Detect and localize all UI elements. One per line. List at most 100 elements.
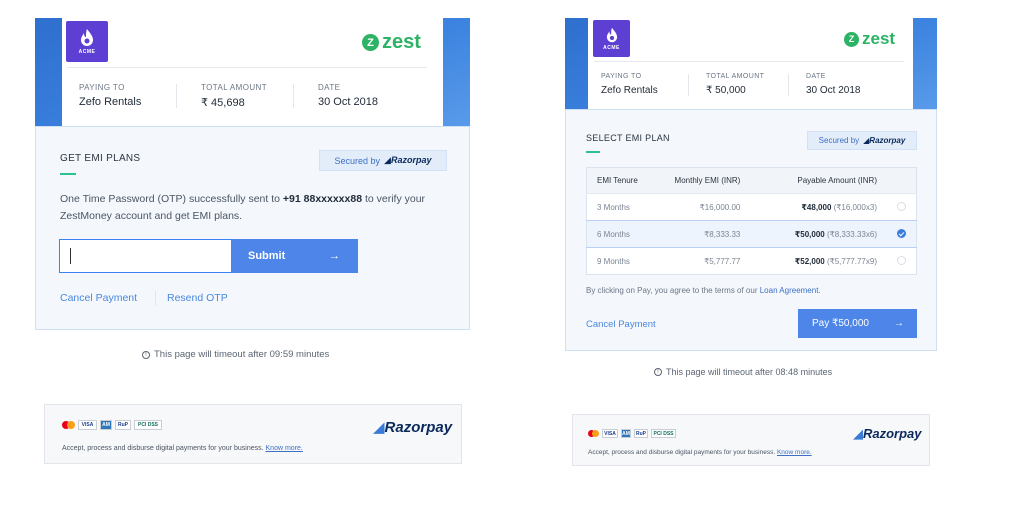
loan-agreement-notice: By clicking on Pay, you agree to the ter… — [586, 286, 821, 295]
zest-icon: Z — [362, 34, 379, 51]
visa-icon: VISA — [602, 429, 618, 438]
clock-icon: ! — [654, 368, 662, 376]
merchant-logo: ACME — [66, 21, 108, 62]
razorpay-brand-text: Razorpay — [869, 136, 906, 145]
rupay-icon: RuP — [115, 420, 131, 430]
payable-amount-cell: ₹50,000 (₹8,333.33x6) — [750, 220, 887, 248]
razorpay-mark-icon: ◢ — [373, 419, 385, 436]
razorpay-logo: ◢Razorpay — [853, 426, 922, 442]
table-row[interactable]: 3 Months ₹16,000.00 ₹48,000 (₹16,000x3) — [586, 193, 917, 221]
razorpay-logo-text: Razorpay — [384, 419, 453, 436]
razorpay-brand-text: Razorpay — [390, 155, 432, 165]
header-separator — [293, 84, 294, 108]
select-cell — [886, 193, 917, 221]
submit-button-label: Submit — [248, 250, 286, 262]
table-header-row: EMI Tenure Monthly EMI (INR) Payable Amo… — [586, 167, 917, 194]
section-title: GET EMI PLANS — [60, 153, 141, 164]
right-emi-card: SELECT EMI PLAN Secured by ◢Razorpay EMI… — [565, 109, 937, 351]
tenure-cell: 6 Months — [586, 220, 657, 248]
header-divider — [67, 67, 427, 68]
secured-by-text: Secured by — [334, 155, 381, 166]
header-separator — [788, 74, 789, 96]
footer-description: Accept, process and disburse digital pay… — [62, 445, 264, 452]
emi-plan-table: EMI Tenure Monthly EMI (INR) Payable Amo… — [586, 167, 917, 275]
payable-amount-cell: ₹48,000 (₹16,000x3) — [750, 193, 887, 221]
date-label: DATE — [806, 73, 826, 80]
rupay-icon: RuP — [634, 429, 648, 438]
total-amount-value: ₹ 45,698 — [201, 97, 245, 109]
pay-button-label: Pay ₹50,000 — [812, 318, 869, 329]
table-row[interactable]: 9 Months ₹5,777.77 ₹52,000 (₹5,777.77x9) — [586, 247, 917, 275]
date-label: DATE — [318, 83, 341, 92]
razorpay-logo-text: Razorpay — [863, 426, 922, 441]
zest-icon: Z — [844, 31, 859, 47]
plan-radio[interactable] — [896, 201, 906, 211]
know-more-link[interactable]: Know more. — [777, 449, 812, 456]
secured-by-badge: Secured by ◢Razorpay — [807, 131, 917, 150]
text-caret — [70, 248, 71, 264]
merchant-logo: ACME — [593, 20, 630, 57]
monthly-emi-cell: ₹16,000.00 — [656, 193, 751, 221]
submit-button[interactable]: Submit → — [231, 239, 358, 273]
loan-agreement-link[interactable]: Loan Agreement — [760, 286, 819, 295]
paying-to-value: Zefo Rentals — [601, 85, 658, 96]
otp-phone: +91 88xxxxxx88 — [282, 193, 363, 205]
razorpay-brand: ◢Razorpay — [384, 155, 431, 166]
monthly-emi-cell: ₹8,333.33 — [656, 220, 751, 248]
date-value: 30 Oct 2018 — [806, 85, 861, 96]
clock-icon: ! — [142, 350, 150, 359]
pci-dss-icon: PCI DSS — [134, 420, 162, 430]
plan-radio-checked[interactable] — [896, 228, 906, 238]
flame-icon — [606, 27, 617, 42]
mastercard-icon — [62, 421, 75, 429]
pay-button[interactable]: Pay ₹50,000 → — [798, 309, 917, 338]
footer-description: Accept, process and disburse digital pay… — [588, 449, 776, 456]
merchant-logo-text: ACME — [603, 44, 620, 51]
link-separator — [155, 291, 156, 306]
column-header-select — [886, 167, 917, 194]
otp-input[interactable] — [59, 239, 232, 273]
payable-amount: ₹50,000 — [794, 229, 825, 239]
column-header-monthly-emi: Monthly EMI (INR) — [656, 167, 751, 194]
table-row[interactable]: 6 Months ₹8,333.33 ₹50,000 (₹8,333.33x6) — [586, 220, 917, 248]
section-underline — [60, 173, 76, 175]
zest-brand-text: zest — [382, 31, 421, 53]
cancel-payment-link[interactable]: Cancel Payment — [60, 292, 137, 304]
section-title: SELECT EMI PLAN — [586, 133, 670, 143]
cancel-payment-link[interactable]: Cancel Payment — [586, 319, 656, 330]
total-amount-label: TOTAL AMOUNT — [201, 83, 267, 92]
resend-otp-link[interactable]: Resend OTP — [167, 292, 228, 304]
know-more-link[interactable]: Know more. — [266, 445, 303, 452]
payable-amount: ₹48,000 — [801, 202, 832, 212]
tenure-cell: 9 Months — [586, 247, 657, 275]
footer-text: Accept, process and disburse digital pay… — [62, 445, 303, 452]
card-logos: VISA AM RuP PCI DSS — [588, 429, 676, 438]
agree-text: By clicking on Pay, you agree to the ter… — [586, 286, 760, 295]
mastercard-icon — [588, 430, 599, 437]
razorpay-footer: VISA AM RuP PCI DSS ◢Razorpay Accept, pr… — [44, 404, 462, 464]
secured-by-badge: Secured by ◢Razorpay — [319, 150, 447, 171]
payable-detail: (₹5,777.77x9) — [826, 256, 877, 266]
zest-brand-text: zest — [862, 29, 896, 48]
footer-text: Accept, process and disburse digital pay… — [588, 449, 812, 456]
payable-amount: ₹52,000 — [794, 256, 825, 266]
paying-to-label: PAYING TO — [601, 73, 642, 80]
pci-dss-icon: PCI DSS — [651, 429, 676, 438]
paying-to-value: Zefo Rentals — [79, 96, 142, 108]
timeout-notice: ! This page will timeout after 09:59 min… — [142, 349, 329, 360]
monthly-emi-cell: ₹5,777.77 — [656, 247, 751, 275]
select-cell — [886, 247, 917, 275]
otp-message: One Time Password (OTP) successfully sen… — [60, 191, 440, 225]
arrow-right-icon: → — [329, 250, 340, 262]
header-divider — [594, 61, 904, 62]
column-header-tenure: EMI Tenure — [586, 167, 657, 194]
payable-detail: (₹8,333.33x6) — [826, 229, 877, 239]
payable-amount-cell: ₹52,000 (₹5,777.77x9) — [750, 247, 887, 275]
amex-icon: AM — [100, 420, 112, 430]
header-separator — [176, 84, 177, 108]
plan-radio[interactable] — [896, 255, 906, 265]
card-logos: VISA AM RuP PCI DSS — [62, 420, 162, 430]
timeout-notice: ! This page will timeout after 08:48 min… — [654, 367, 832, 377]
column-header-payable-amount: Payable Amount (INR) — [750, 167, 887, 194]
total-amount-label: TOTAL AMOUNT — [706, 73, 765, 80]
